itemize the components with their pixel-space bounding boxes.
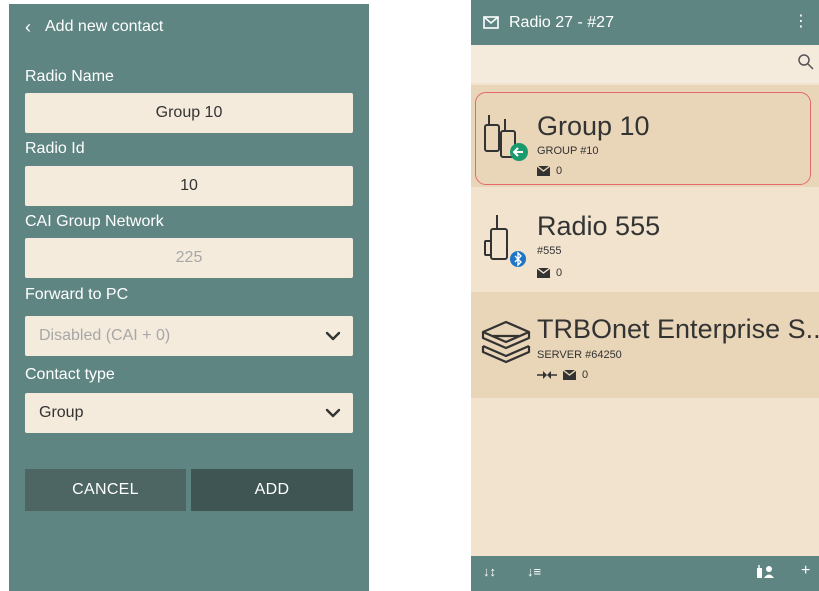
contact-type-select[interactable]: Group: [25, 393, 353, 433]
chevron-down-icon: [325, 331, 341, 341]
contact-title: TRBOnet Enterprise S...: [537, 314, 819, 344]
message-count-value: 0: [582, 369, 589, 381]
add-contact-icon[interactable]: [755, 565, 775, 581]
contact-type-label: Contact type: [25, 366, 115, 383]
radio-id-label: Radio Id: [25, 140, 85, 157]
mail-icon: [483, 16, 499, 29]
message-count: 0: [537, 267, 562, 279]
radio-name-label: Radio Name: [25, 68, 114, 85]
radio-title: Radio 27 - #27: [509, 13, 614, 31]
add-contact-panel: ‹ Add new contact Radio Name Group 10 Ra…: [9, 4, 369, 591]
cai-group-network-field: 225: [25, 238, 353, 278]
mail-icon: [537, 268, 550, 278]
search-bar[interactable]: [471, 45, 819, 83]
sort-list-icon[interactable]: ↓≡: [527, 565, 541, 578]
more-vert-icon[interactable]: ⋮: [793, 14, 809, 30]
cancel-button[interactable]: CANCEL: [25, 469, 186, 511]
message-count: 0: [537, 165, 562, 177]
list-item[interactable]: Radio 555 #555 0: [471, 187, 819, 292]
list-item[interactable]: TRBOnet Enterprise S... SERVER #64250 0: [471, 292, 819, 398]
message-count-value: 0: [556, 267, 563, 279]
chevron-down-icon: [325, 408, 341, 418]
connector-icon: [537, 370, 557, 380]
add-button[interactable]: ADD: [191, 469, 353, 511]
bottom-toolbar: ↓↕ ↓≡ +: [471, 556, 819, 591]
sort-az-icon[interactable]: ↓↕: [483, 565, 496, 578]
mail-icon: [537, 166, 550, 176]
radio-icon: [481, 211, 529, 278]
search-icon[interactable]: [797, 53, 815, 76]
mail-icon: [563, 370, 576, 380]
server-icon: [479, 320, 533, 373]
list-item[interactable]: Group 10 GROUP #10 0: [471, 85, 819, 187]
forward-to-pc-value: Disabled (CAI + 0): [39, 327, 171, 344]
add-contact-title: Add new contact: [45, 18, 164, 35]
contact-title: Group 10: [537, 111, 650, 141]
radio-id-field[interactable]: 10: [25, 166, 353, 206]
contact-subtitle: GROUP #10: [537, 145, 599, 157]
group-radio-icon: [479, 107, 531, 170]
add-contact-header: ‹ Add new contact: [9, 4, 369, 50]
cai-group-network-label: CAI Group Network: [25, 213, 164, 230]
radio-topbar: Radio 27 - #27 ⋮: [471, 0, 819, 45]
forward-to-pc-label: Forward to PC: [25, 286, 129, 303]
message-count-value: 0: [556, 165, 563, 177]
forward-to-pc-select: Disabled (CAI + 0): [25, 316, 353, 356]
contact-subtitle: #555: [537, 245, 562, 257]
radio-contacts-panel: Radio 27 - #27 ⋮ Group 10 GROUP #10 0 Ra…: [471, 0, 819, 591]
radio-name-field[interactable]: Group 10: [25, 93, 353, 133]
chevron-left-icon[interactable]: ‹: [25, 18, 31, 36]
contact-title: Radio 555: [537, 211, 661, 241]
message-count: 0: [537, 369, 588, 381]
plus-icon[interactable]: +: [801, 563, 810, 579]
contact-type-value: Group: [39, 404, 84, 421]
contact-subtitle: SERVER #64250: [537, 349, 622, 361]
